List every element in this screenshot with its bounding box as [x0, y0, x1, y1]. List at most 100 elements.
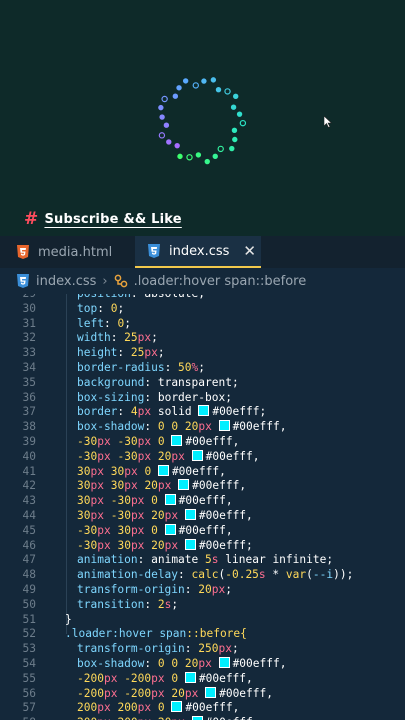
- color-swatch[interactable]: [178, 479, 190, 491]
- code-line[interactable]: 56 -200px -200px 20px #00efff,: [0, 686, 405, 701]
- code-line[interactable]: 45 -30px 30px 0 #00efff,: [0, 523, 405, 538]
- code-line[interactable]: 32 width: 25px;: [0, 330, 405, 345]
- code-line[interactable]: 44 30px -30px 20px #00efff,: [0, 508, 405, 523]
- code-text: transform-origin: 20px;: [77, 583, 232, 596]
- code-text: transition: 2s;: [77, 597, 179, 611]
- loader-dot: [158, 104, 164, 111]
- code-line[interactable]: 31 left: 0;: [0, 316, 405, 331]
- line-number: 44: [22, 509, 36, 522]
- line-number: 34: [22, 361, 36, 374]
- code-line[interactable]: 36 box-sizing: border-box;: [0, 390, 405, 405]
- loader-dot: [177, 153, 183, 160]
- color-swatch[interactable]: [184, 671, 196, 683]
- code-line[interactable]: 52 .loader:hover span::before{: [0, 626, 405, 641]
- code-text: 30px 30px 20px #00efff,: [77, 479, 247, 493]
- line-number: 53: [22, 642, 36, 656]
- line-number: 54: [22, 657, 36, 670]
- tab-label: index.css: [169, 243, 230, 259]
- color-swatch[interactable]: [171, 701, 183, 713]
- color-swatch[interactable]: [218, 420, 230, 432]
- tab-media-html[interactable]: media.html: [0, 236, 135, 268]
- code-line[interactable]: 34 border-radius: 50%;: [0, 360, 405, 375]
- code-text: 200px 200px 0 #00efff,: [77, 701, 240, 715]
- hashtag-icon: #: [24, 209, 39, 229]
- line-number: 38: [22, 420, 36, 434]
- code-line[interactable]: 30 top: 0;: [0, 301, 405, 316]
- code-line[interactable]: 55 -200px -200px 0 #00efff,: [0, 671, 405, 686]
- code-line[interactable]: 43 30px -30px 0 #00efff,: [0, 493, 405, 508]
- color-swatch[interactable]: [184, 509, 196, 520]
- code-line[interactable]: 37 border: 4px solid #00efff;: [0, 404, 405, 419]
- code-line[interactable]: 46 -30px 30px 20px #00efff;: [0, 538, 405, 553]
- loader-dot: [215, 86, 222, 93]
- color-swatch[interactable]: [157, 464, 169, 476]
- live-preview-area: # Subscribe && Like: [0, 0, 405, 236]
- code-line[interactable]: 54 box-shadow: 0 0 20px #00efff,: [0, 656, 405, 671]
- color-swatch[interactable]: [164, 494, 176, 506]
- code-line[interactable]: 35 background: transparent;: [0, 375, 405, 390]
- loader-dot: [174, 142, 180, 149]
- loader-dot: [239, 119, 247, 127]
- line-number: 35: [22, 375, 36, 389]
- line-number: 52: [22, 627, 36, 641]
- loader-dot: [163, 122, 170, 128]
- code-text: 200px 200px 20px #00efff,: [77, 715, 260, 720]
- code-line[interactable]: 41 30px 30px 0 #00efff,: [0, 464, 405, 479]
- line-number: 47: [22, 553, 36, 567]
- breadcrumb: index.css › .loader:hover span::before: [0, 268, 405, 294]
- code-line[interactable]: 47 animation: animate 5s linear infinite;: [0, 552, 405, 567]
- code-line[interactable]: 40 -30px -30px 20px #00efff,: [0, 449, 405, 464]
- code-line[interactable]: 51}: [0, 612, 405, 627]
- code-line[interactable]: 57 200px 200px 0 #00efff,: [0, 700, 405, 715]
- line-number: 33: [22, 346, 36, 360]
- breadcrumb-symbol[interactable]: .loader:hover span::before: [134, 274, 307, 289]
- code-text: -30px -30px 20px #00efff,: [77, 449, 260, 463]
- code-text: -200px -200px 20px #00efff,: [77, 686, 273, 700]
- loader-dot: [195, 152, 202, 158]
- color-swatch[interactable]: [184, 538, 196, 550]
- line-number: 58: [6, 715, 36, 720]
- code-text: 30px -30px 20px #00efff,: [77, 509, 253, 522]
- color-swatch[interactable]: [171, 435, 183, 446]
- code-line[interactable]: 42 30px 30px 20px #00efff,: [0, 478, 405, 493]
- line-number: 49: [22, 583, 36, 596]
- tab-index-css[interactable]: index.css ✕: [135, 236, 261, 268]
- symbol-class-icon: [114, 274, 127, 288]
- line-number: 40: [22, 449, 36, 463]
- code-area[interactable]: 29position: absolute;30top: 0;31left: 0;…: [0, 294, 405, 720]
- close-tab-icon[interactable]: ✕: [243, 242, 256, 260]
- code-line[interactable]: 39 -30px -30px 0 #00efff,: [0, 434, 405, 449]
- chevron-right-icon: ›: [102, 273, 108, 289]
- line-number: 51: [22, 612, 36, 626]
- code-text: -30px -30px 0 #00efff,: [77, 435, 240, 448]
- code-line[interactable]: 58 200px 200px 20px #00efff,: [0, 715, 405, 720]
- code-text: 30px 30px 0 #00efff,: [77, 464, 226, 478]
- color-swatch[interactable]: [218, 657, 230, 668]
- color-swatch[interactable]: [191, 449, 203, 461]
- line-number: 31: [22, 316, 36, 330]
- loader-dot: [232, 136, 238, 143]
- color-swatch[interactable]: [164, 523, 176, 535]
- css3-icon: [17, 274, 29, 288]
- code-line[interactable]: 49 transform-origin: 20px;: [0, 582, 405, 597]
- loader-dot: [172, 93, 179, 99]
- code-line[interactable]: 48 animation-delay: calc(-0.25s * var(--i…: [0, 567, 405, 582]
- breadcrumb-file[interactable]: index.css: [36, 274, 96, 289]
- line-number: 43: [22, 494, 36, 508]
- loader-dot: [233, 93, 239, 100]
- code-line[interactable]: 33 height: 25px;: [0, 345, 405, 360]
- code-text: left: 0;: [77, 316, 131, 330]
- code-text: height: 25px;: [77, 346, 165, 360]
- color-swatch[interactable]: [198, 405, 210, 417]
- color-swatch[interactable]: [191, 716, 203, 720]
- html5-icon: [17, 245, 29, 259]
- loader-dot: [204, 158, 210, 165]
- loader-dot: [201, 78, 207, 84]
- color-swatch[interactable]: [205, 686, 217, 698]
- code-line[interactable]: 53 transform-origin: 250px;: [0, 641, 405, 656]
- code-line[interactable]: 50 transition: 2s;: [0, 597, 405, 612]
- code-line[interactable]: 38 box-shadow: 0 0 20px #00efff,: [0, 419, 405, 434]
- loader-dot: [159, 114, 165, 120]
- line-number: 56: [22, 686, 36, 700]
- code-editor: media.html index.css ✕ index.css › .load…: [0, 236, 405, 720]
